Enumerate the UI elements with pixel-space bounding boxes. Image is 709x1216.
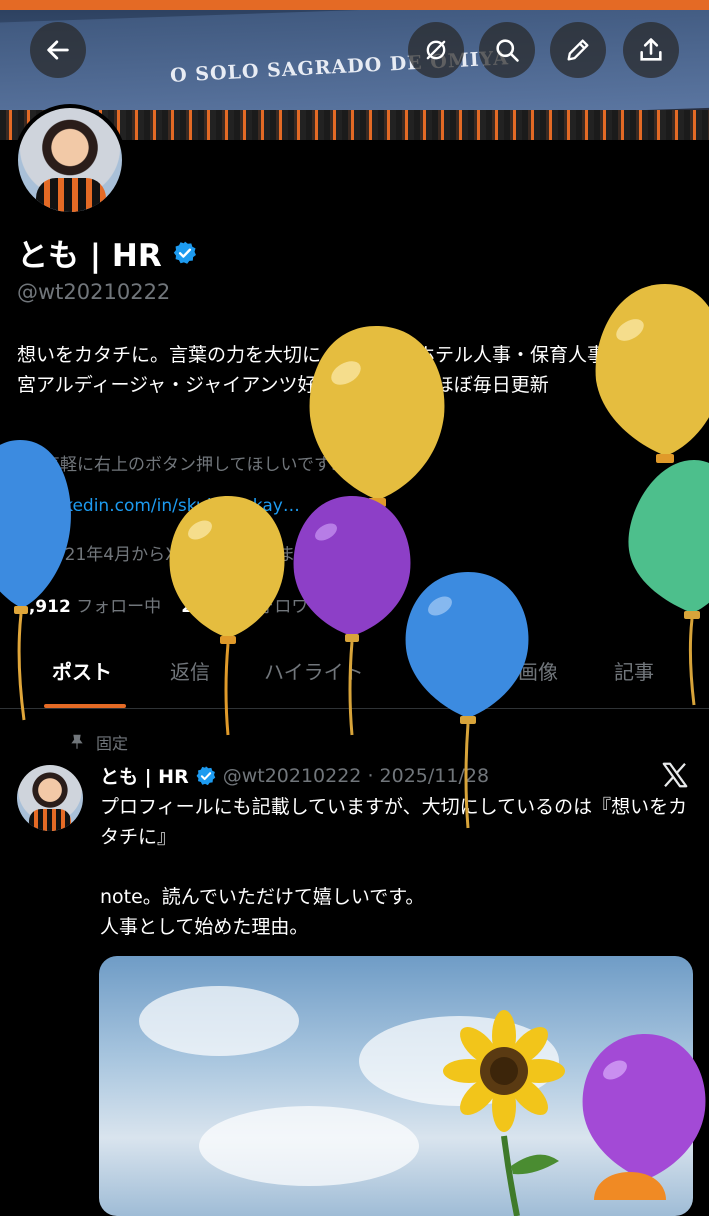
post-avatar[interactable] <box>17 765 83 831</box>
post-author-name[interactable]: とも | HR <box>100 762 189 789</box>
verified-badge-icon[interactable] <box>172 240 198 266</box>
search-icon <box>496 39 519 62</box>
following-label: フォロー中 <box>76 597 162 617</box>
pencil-icon <box>567 39 589 61</box>
profile-name-row: とも | HR <box>17 230 198 275</box>
balloon-blue <box>0 440 71 721</box>
verified-badge-icon <box>196 765 215 785</box>
search-button[interactable] <box>479 22 535 78</box>
avatar-shirt <box>29 809 71 831</box>
balloon-orange <box>594 1172 666 1200</box>
pinned-indicator: 固定 <box>68 730 128 754</box>
pinned-label: 固定 <box>96 734 129 753</box>
pin-icon <box>71 734 83 749</box>
x-logo-icon[interactable] <box>660 760 690 790</box>
profile-handle: @wt20210222 <box>17 280 171 304</box>
profile-name: とも | HR <box>17 238 162 274</box>
share-button[interactable] <box>623 22 679 78</box>
share-icon <box>640 38 662 61</box>
grok-button[interactable] <box>408 22 464 78</box>
back-button[interactable] <box>30 22 86 78</box>
image-cloud <box>139 986 299 1056</box>
balloon-yellow <box>169 496 285 736</box>
arrow-left-icon <box>47 40 69 60</box>
avatar-shirt <box>36 178 106 212</box>
sunflower-image <box>443 1010 565 1216</box>
banner-stripe <box>0 0 709 10</box>
balloon-green <box>628 460 709 706</box>
edit-button[interactable] <box>550 22 606 78</box>
image-cloud <box>199 1106 419 1186</box>
grok-icon <box>426 40 446 60</box>
balloon-blue <box>405 572 529 829</box>
profile-avatar[interactable] <box>14 104 126 216</box>
